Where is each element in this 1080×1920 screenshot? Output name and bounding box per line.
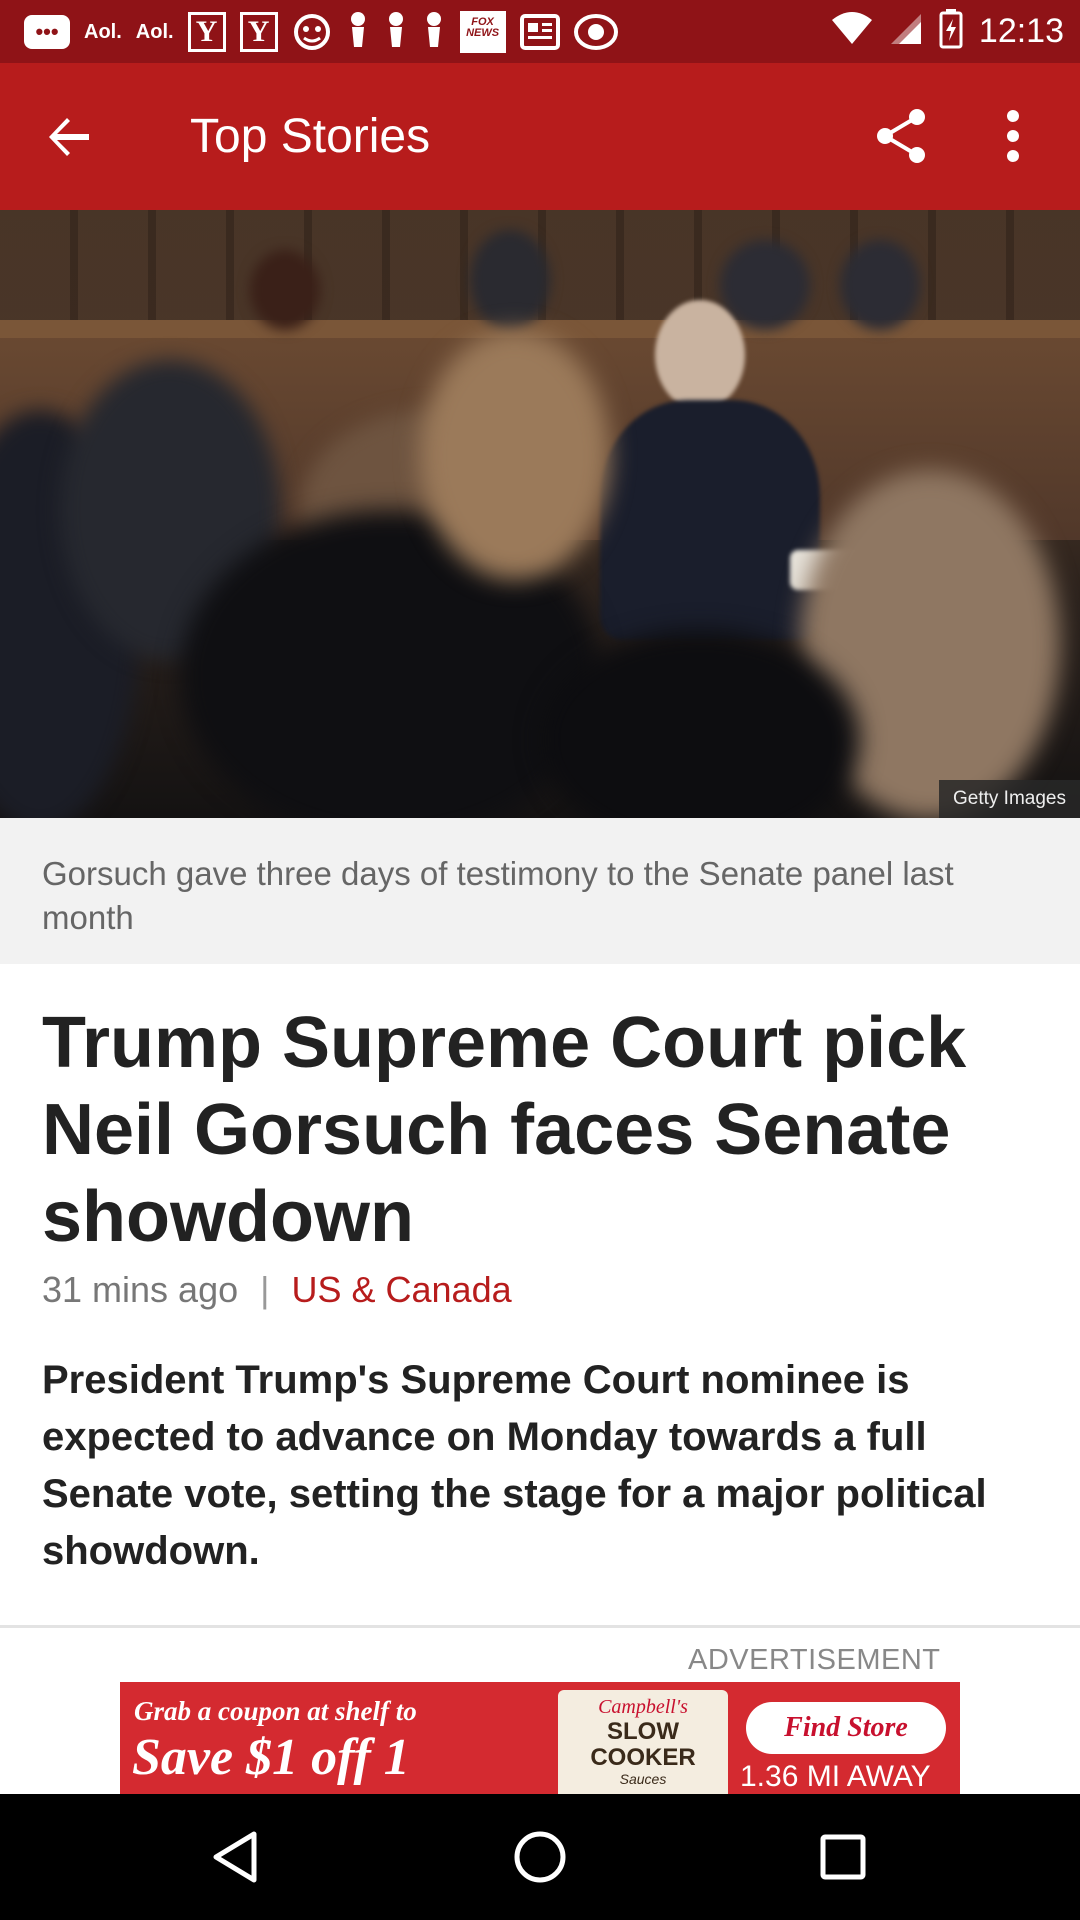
more-options-button[interactable] — [970, 93, 1056, 179]
yahoo-icon: Y — [187, 11, 226, 52]
image-caption: Gorsuch gave three days of testimony to … — [42, 855, 954, 936]
share-icon — [877, 109, 925, 163]
pin-icon — [346, 11, 370, 53]
image-caption-area: Gorsuch gave three days of testimony to … — [0, 818, 1080, 964]
divider — [0, 1625, 1080, 1628]
back-button[interactable] — [0, 63, 140, 210]
hero-image: Getty Images — [0, 210, 1080, 818]
category-link[interactable]: US & Canada — [291, 1269, 511, 1311]
app-icon — [292, 12, 332, 52]
pin-icon — [422, 11, 446, 53]
ad-distance: 1.36 MI AWAY — [740, 1760, 931, 1793]
fox-news-icon: FOX NEWS — [459, 10, 506, 53]
app-bar: Top Stories — [0, 63, 1080, 210]
wifi-icon — [831, 12, 873, 51]
article-meta: 31 mins ago | US & Canada — [42, 1268, 512, 1312]
nav-home-icon — [514, 1831, 566, 1883]
timestamp: 31 mins ago — [42, 1269, 239, 1310]
arrow-back-icon — [49, 117, 89, 156]
clock: 12:13 — [978, 12, 1064, 50]
share-button[interactable] — [858, 93, 944, 179]
pin-icon — [384, 11, 408, 53]
nav-back-button[interactable] — [190, 1814, 280, 1900]
ad-brand: Campbell's — [598, 1696, 688, 1718]
ad-product-sub: Sauces — [619, 1771, 667, 1787]
page-title: Top Stories — [190, 110, 431, 163]
yahoo-icon: Y — [239, 11, 278, 52]
nav-recents-button[interactable] — [798, 1814, 888, 1900]
ad-text-line1: Grab a coupon at shelf to — [134, 1696, 417, 1726]
photo-credit: Getty Images — [939, 780, 1080, 818]
signal-icon — [889, 12, 923, 51]
messages-icon: ••• — [24, 14, 70, 49]
more-vert-icon — [1007, 110, 1019, 162]
notification-icons: ••• Aol. Aol. Y Y FOX NEWS — [24, 10, 618, 53]
ad-text-line2: Save $1 off 1 — [132, 1729, 410, 1786]
advertisement-label: ADVERTISEMENT — [688, 1644, 941, 1676]
article-summary: President Trump's Supreme Court nominee … — [42, 1358, 987, 1573]
aol-icon: Aol. — [135, 20, 174, 43]
find-store-button[interactable]: Find Store — [746, 1702, 946, 1754]
battery-charging-icon — [939, 9, 963, 54]
nav-home-button[interactable] — [495, 1814, 585, 1900]
ad-product-image: Campbell's SLOW COOKER Sauces — [558, 1690, 728, 1794]
nav-recents-icon — [820, 1834, 866, 1880]
nav-back-icon — [213, 1831, 257, 1883]
ad-banner[interactable]: Grab a coupon at shelf to Save $1 off 1 … — [120, 1682, 960, 1794]
news-icon — [519, 13, 560, 50]
status-bar: ••• Aol. Aol. Y Y FOX NEWS 12:13 — [0, 0, 1080, 63]
meta-separator: | — [260, 1269, 270, 1310]
article-headline: Trump Supreme Court pick Neil Gorsuch fa… — [42, 1003, 967, 1257]
ad-product-name: SLOW COOKER — [590, 1718, 696, 1771]
system-nav-bar — [0, 1794, 1080, 1920]
cbs-icon — [573, 12, 618, 52]
aol-icon: Aol. — [84, 20, 122, 43]
